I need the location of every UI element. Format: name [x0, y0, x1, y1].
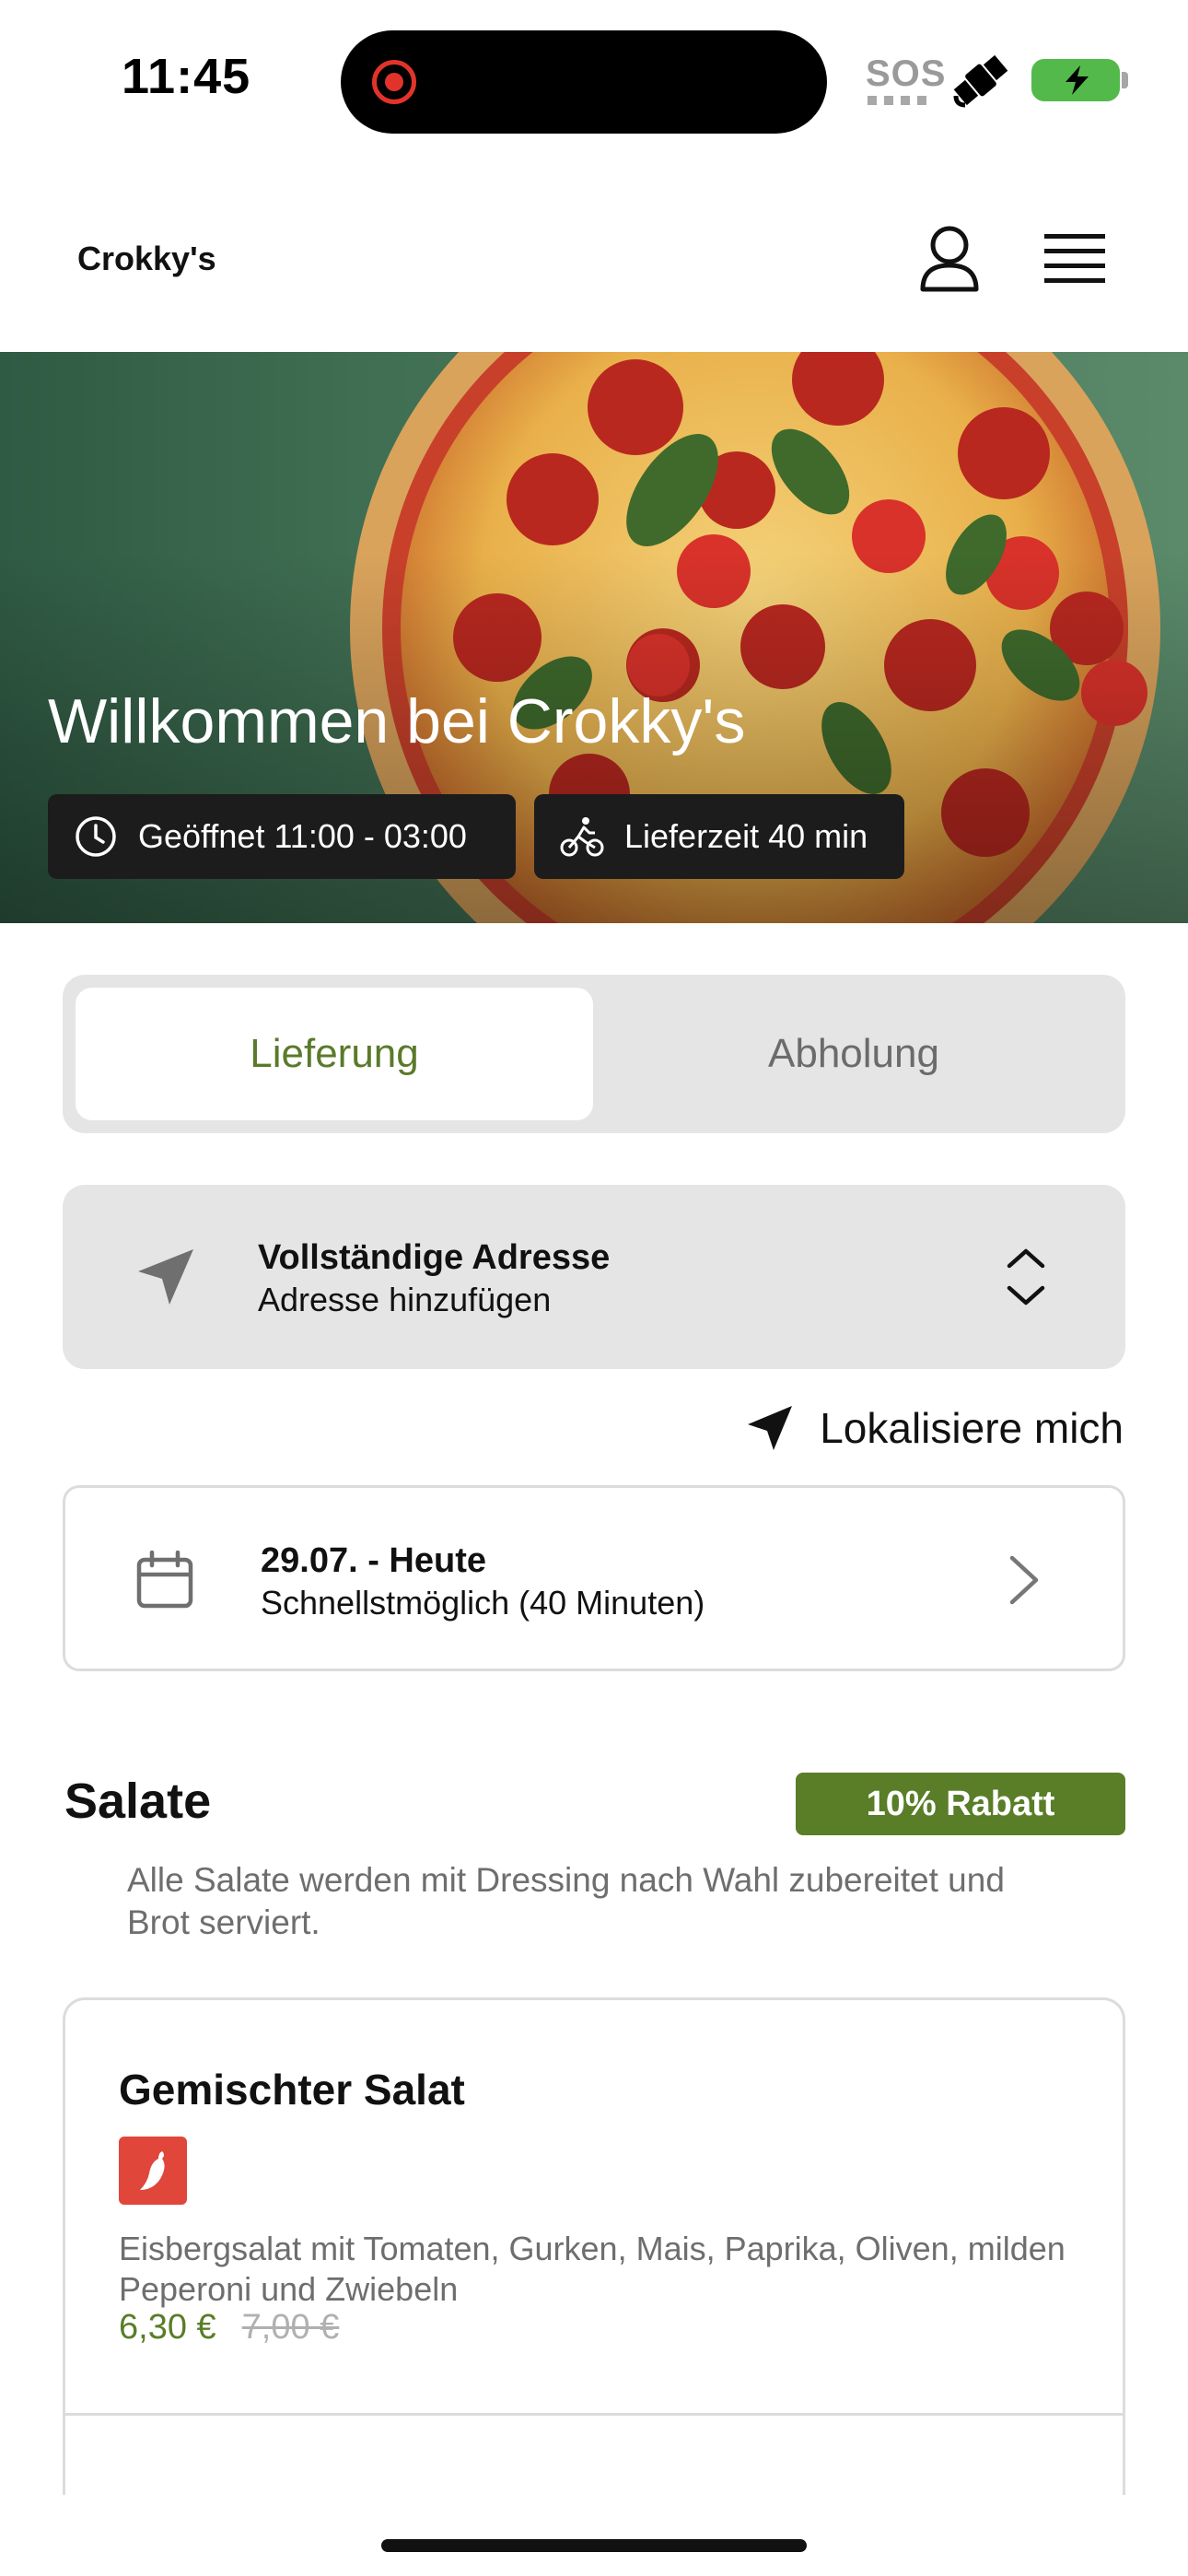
- satellite-icon: [953, 54, 1008, 108]
- product-price: 6,30 €: [119, 2308, 216, 2347]
- address-title: Vollständige Adresse: [258, 1238, 611, 1277]
- chili-icon: [119, 2137, 187, 2205]
- user-icon[interactable]: [919, 225, 980, 293]
- order-mode-tabs: Lieferung Abholung: [63, 975, 1125, 1133]
- schedule-time: Schnellstmöglich (40 Minuten): [261, 1584, 705, 1622]
- chevron-right-icon: [1009, 1555, 1039, 1605]
- menu-icon[interactable]: [1044, 232, 1105, 286]
- cyclist-icon: [560, 817, 604, 857]
- tab-pickup[interactable]: Abholung: [595, 988, 1112, 1120]
- product-old-price: 7,00 €: [241, 2308, 340, 2347]
- address-selector[interactable]: Vollständige Adresse Adresse hinzufügen: [63, 1185, 1125, 1369]
- status-bar: 11:45 SOS: [0, 0, 1188, 157]
- locate-me-button[interactable]: Lokalisiere mich: [746, 1400, 1124, 1456]
- screen-recording-icon: [372, 60, 416, 104]
- price-row: 6,30 € 7,00 €: [119, 2308, 339, 2348]
- opening-hours-text: Geöffnet 11:00 - 03:00: [138, 817, 467, 855]
- battery-cap: [1122, 72, 1128, 88]
- brand-name[interactable]: Crokky's: [77, 240, 216, 278]
- schedule-selector[interactable]: 29.07. - Heute Schnellstmöglich (40 Minu…: [63, 1485, 1125, 1671]
- signal-dots: [868, 96, 928, 105]
- hero-title: Willkommen bei Crokky's: [48, 686, 746, 756]
- card-divider: [65, 2413, 1123, 2416]
- battery-charging-icon: [1031, 59, 1120, 101]
- section-description: Alle Salate werden mit Dressing nach Wah…: [127, 1861, 1005, 1941]
- locate-me-label: Lokalisiere mich: [820, 1404, 1124, 1452]
- discount-badge: 10% Rabatt: [796, 1773, 1125, 1835]
- delivery-time-text: Lieferzeit 40 min: [624, 817, 868, 855]
- address-subtitle: Adresse hinzufügen: [258, 1281, 552, 1318]
- product-card[interactable]: Gemischter Salat Eisbergsalat mit Tomate…: [63, 1997, 1125, 2495]
- app-header: Crokky's: [0, 157, 1188, 352]
- schedule-date: 29.07. - Heute: [261, 1541, 486, 1580]
- status-time: 11:45: [122, 49, 251, 104]
- clock-icon: [76, 816, 116, 857]
- calendar-icon: [136, 1551, 193, 1609]
- hero-banner: Willkommen bei Crokky's Geöffnet 11:00 -…: [0, 352, 1188, 923]
- chevron-up-down-icon: [1007, 1248, 1045, 1306]
- sos-indicator: SOS: [866, 53, 947, 94]
- delivery-time-chip: Lieferzeit 40 min: [534, 794, 904, 879]
- product-name: Gemischter Salat: [119, 2066, 465, 2113]
- opening-hours-chip: Geöffnet 11:00 - 03:00: [48, 794, 516, 879]
- location-arrow-icon: [138, 1249, 193, 1305]
- home-indicator[interactable]: [381, 2539, 807, 2552]
- section-title: Salate: [64, 1774, 212, 1829]
- tab-delivery[interactable]: Lieferung: [76, 988, 593, 1120]
- product-description: Eisbergsalat mit Tomaten, Gurken, Mais, …: [119, 2230, 1066, 2308]
- dynamic-island: [341, 30, 827, 134]
- navigation-arrow-icon: [748, 1406, 793, 1450]
